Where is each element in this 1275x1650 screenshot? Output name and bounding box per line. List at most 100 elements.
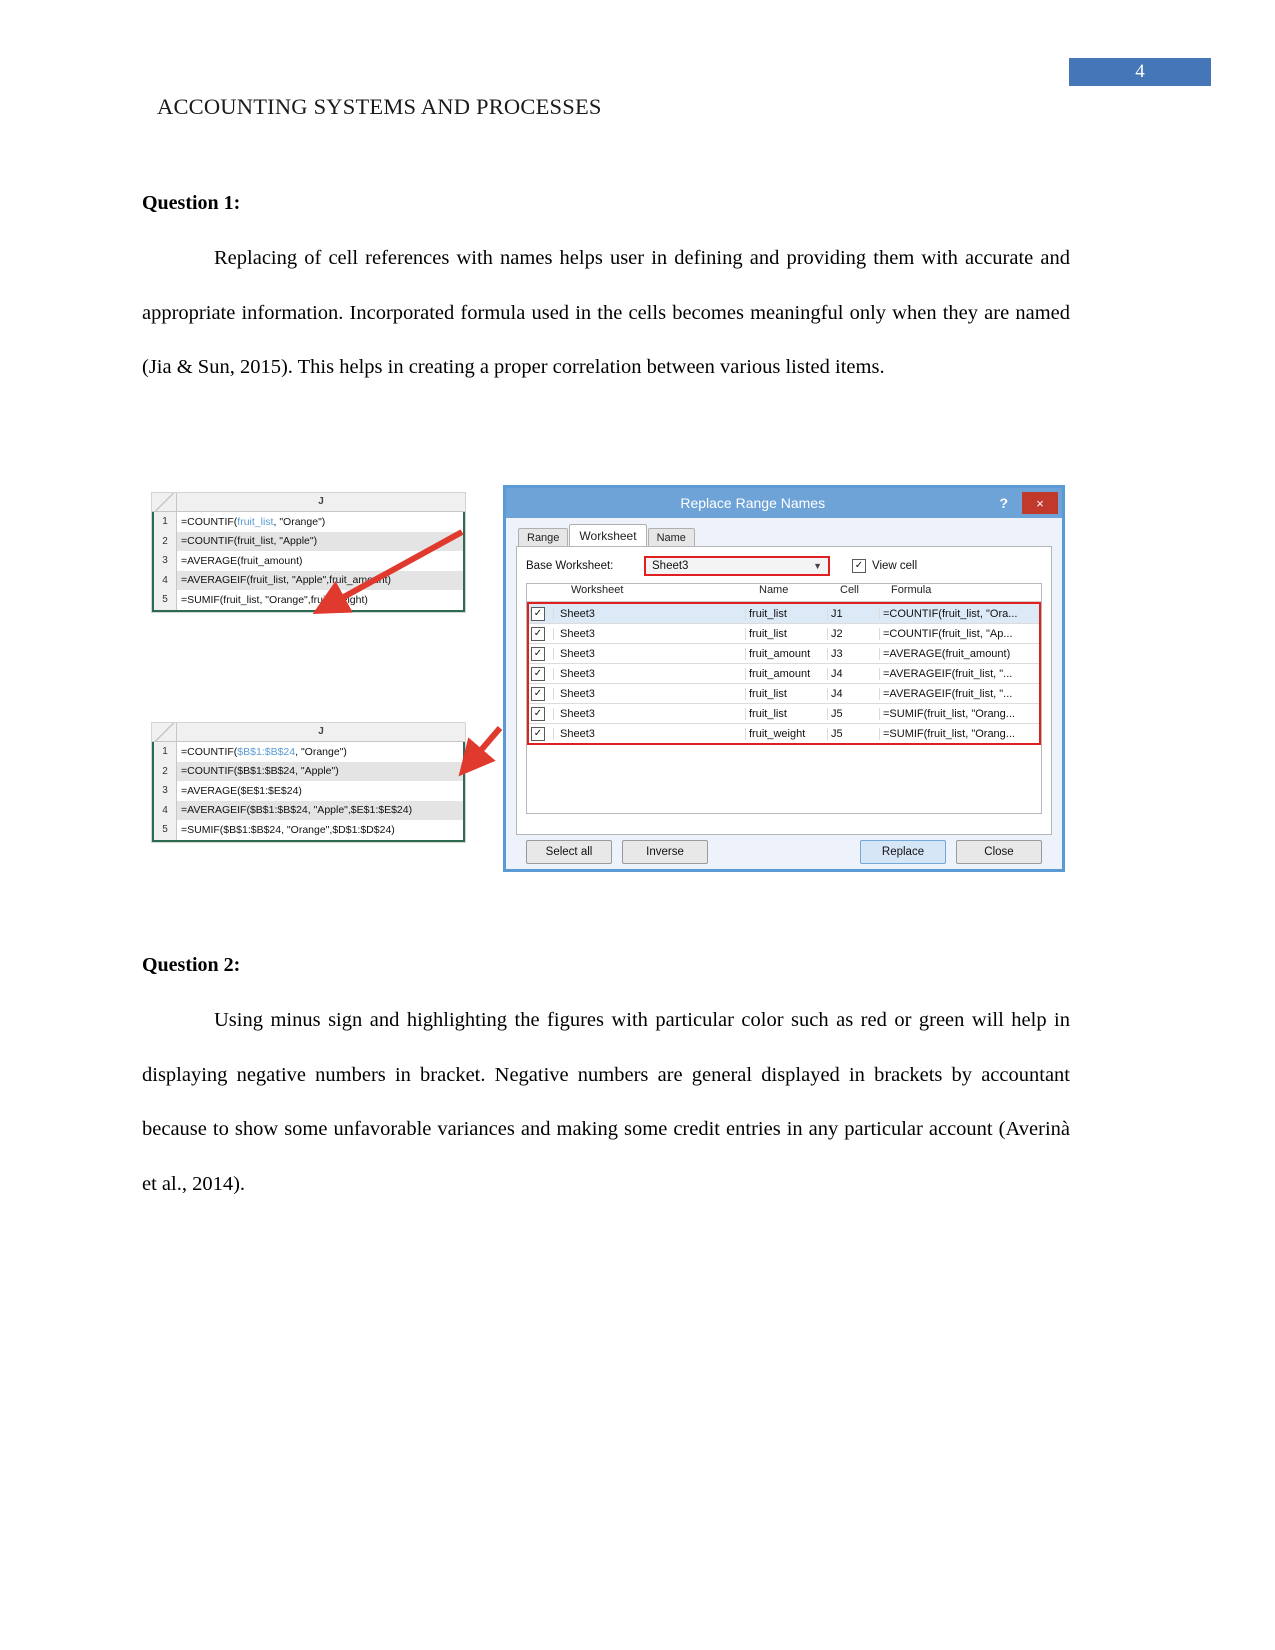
- running-header: ACCOUNTING SYSTEMS AND PROCESSES: [157, 94, 602, 119]
- table-row[interactable]: ✓ Sheet3 fruit_weight J5 =SUMIF(fruit_li…: [529, 724, 1039, 743]
- row-checkbox[interactable]: ✓: [529, 726, 553, 741]
- column-header-formula: Formula: [891, 584, 932, 596]
- section-question-1: Question 1: Replacing of cell references…: [142, 192, 1070, 395]
- row-checkbox[interactable]: ✓: [529, 646, 553, 661]
- sheet-row[interactable]: 1 =COUNTIF($B$1:$B$24, "Orange"): [154, 742, 463, 762]
- cell-name: fruit_list: [745, 687, 827, 700]
- select-all-button[interactable]: Select all: [526, 840, 612, 864]
- checkbox-icon[interactable]: ✓: [531, 726, 545, 741]
- base-worksheet-label: Base Worksheet:: [526, 560, 614, 572]
- row-number: 5: [154, 590, 177, 610]
- cell-reference: J1: [827, 607, 879, 620]
- cell-formula: =COUNTIF($B$1:$B$24, "Orange"): [181, 745, 347, 758]
- help-icon[interactable]: ?: [999, 495, 1008, 511]
- worksheet-tab-panel: Base Worksheet: Sheet3 ▼ ✓ View cell Wor…: [516, 546, 1052, 835]
- cell-worksheet: Sheet3: [553, 667, 745, 680]
- cell-formula: =AVERAGEIF($B$1:$B$24, "Apple",$E$1:$E$2…: [181, 804, 413, 817]
- names-table: Worksheet Name Cell Formula ✓ Sheet3 fru…: [526, 583, 1042, 814]
- cell-reference: J4: [827, 687, 879, 700]
- sheet-row[interactable]: 3 =AVERAGE($E$1:$E$24): [154, 781, 463, 801]
- column-header-cell: Cell: [840, 584, 859, 596]
- select-all-corner-icon[interactable]: [152, 493, 177, 511]
- question-1-body: Replacing of cell references with names …: [142, 247, 1070, 378]
- question-1-title: Question 1:: [142, 192, 241, 214]
- cell-name: fruit_amount: [745, 647, 827, 660]
- sheet-column-j: J: [318, 726, 324, 737]
- checkbox-icon[interactable]: ✓: [531, 626, 545, 641]
- base-worksheet-select[interactable]: Sheet3 ▼: [644, 556, 830, 576]
- sheet-row[interactable]: 5 =SUMIF(fruit_list, "Orange",fruit_weig…: [154, 590, 463, 610]
- row-number: 5: [154, 820, 177, 840]
- sheet-row[interactable]: 2 =COUNTIF($B$1:$B$24, "Apple"): [154, 761, 463, 781]
- cell-reference: J3: [827, 647, 879, 660]
- column-header-worksheet: Worksheet: [571, 584, 624, 596]
- dialog-body: Range Worksheet Name Base Worksheet: She…: [506, 518, 1062, 869]
- question-2-body: Using minus sign and highlighting the fi…: [142, 1009, 1070, 1195]
- cell-reference: J5: [827, 727, 879, 740]
- cell-name: fruit_list: [745, 707, 827, 720]
- base-worksheet-row: Base Worksheet: Sheet3 ▼ ✓ View cell: [526, 555, 1042, 577]
- cell-worksheet: Sheet3: [553, 727, 745, 740]
- table-row[interactable]: ✓ Sheet3 fruit_list J4 =AVERAGEIF(fruit_…: [529, 684, 1039, 704]
- cell-formula: =AVERAGEIF(fruit_list, "Apple",fruit_amo…: [181, 574, 392, 587]
- cell-name: fruit_weight: [745, 727, 827, 740]
- cell-name: fruit_list: [745, 607, 827, 620]
- cell-name: fruit_amount: [745, 667, 827, 680]
- sheet-row[interactable]: 4 =AVERAGEIF(fruit_list, "Apple",fruit_a…: [154, 570, 463, 590]
- table-row[interactable]: ✓ Sheet3 fruit_amount J4 =AVERAGEIF(frui…: [529, 664, 1039, 684]
- checkbox-icon[interactable]: ✓: [531, 646, 545, 661]
- view-cell-checkbox-group[interactable]: ✓ View cell: [852, 559, 917, 573]
- row-checkbox[interactable]: ✓: [529, 606, 553, 621]
- replace-button[interactable]: Replace: [860, 840, 946, 864]
- cell-formula: =SUMIF(fruit_list, "Orang...: [879, 707, 1039, 720]
- sheet-row[interactable]: 4 =AVERAGEIF($B$1:$B$24, "Apple",$E$1:$E…: [154, 800, 463, 820]
- excel-figure: J 1 =COUNTIF(fruit_list, "Orange") 2 =CO…: [142, 480, 1072, 880]
- row-checkbox[interactable]: ✓: [529, 686, 553, 701]
- row-number: 1: [154, 742, 177, 762]
- row-checkbox[interactable]: ✓: [529, 666, 553, 681]
- dialog-title-bar: Replace Range Names ? ×: [506, 488, 1062, 518]
- cell-formula: =SUMIF(fruit_list, "Orang...: [879, 727, 1039, 740]
- checkbox-icon[interactable]: ✓: [852, 559, 866, 573]
- column-header-checkbox: [527, 584, 551, 601]
- sheet-row[interactable]: 3 =AVERAGE(fruit_amount): [154, 551, 463, 571]
- cell-formula: =AVERAGE($E$1:$E$24): [181, 784, 302, 797]
- close-button[interactable]: Close: [956, 840, 1042, 864]
- sheet-column-header-row: J: [152, 493, 465, 512]
- table-row[interactable]: ✓ Sheet3 fruit_amount J3 =AVERAGE(fruit_…: [529, 644, 1039, 664]
- row-checkbox[interactable]: ✓: [529, 626, 553, 641]
- select-all-corner-icon[interactable]: [152, 723, 177, 741]
- row-number: 2: [154, 761, 177, 781]
- sheet-row[interactable]: 1 =COUNTIF(fruit_list, "Orange"): [154, 512, 463, 532]
- inverse-button[interactable]: Inverse: [622, 840, 708, 864]
- cell-formula: =COUNTIF(fruit_list, "Ora...: [879, 607, 1039, 620]
- checkbox-icon[interactable]: ✓: [531, 666, 545, 681]
- checkbox-icon[interactable]: ✓: [531, 706, 545, 721]
- row-number: 4: [154, 570, 177, 590]
- base-worksheet-value: Sheet3: [652, 560, 689, 572]
- cell-formula: =AVERAGE(fruit_amount): [181, 554, 303, 567]
- checkbox-icon[interactable]: ✓: [531, 606, 545, 621]
- checkbox-icon[interactable]: ✓: [531, 686, 545, 701]
- tab-name[interactable]: Name: [647, 528, 695, 546]
- cell-worksheet: Sheet3: [553, 707, 745, 720]
- table-row[interactable]: ✓ Sheet3 fruit_list J5 =SUMIF(fruit_list…: [529, 704, 1039, 724]
- cell-formula: =SUMIF(fruit_list, "Orange",fruit_weight…: [181, 593, 368, 606]
- cell-name: fruit_list: [745, 627, 827, 640]
- row-checkbox[interactable]: ✓: [529, 706, 553, 721]
- chevron-down-icon: ▼: [813, 561, 822, 571]
- cell-formula: =SUMIF($B$1:$B$24, "Orange",$D$1:$D$24): [181, 823, 395, 836]
- tab-worksheet[interactable]: Worksheet: [569, 524, 647, 546]
- cell-formula: =AVERAGE(fruit_amount): [879, 647, 1039, 660]
- sheet-row[interactable]: 2 =COUNTIF(fruit_list, "Apple"): [154, 531, 463, 551]
- sheet-grid-refs: 1 =COUNTIF($B$1:$B$24, "Orange") 2 =COUN…: [152, 742, 465, 842]
- cell-formula: =COUNTIF(fruit_list, "Apple"): [181, 535, 318, 548]
- page-number-banner: 4: [1069, 58, 1211, 86]
- tab-range[interactable]: Range: [518, 528, 569, 546]
- table-row[interactable]: ✓ Sheet3 fruit_list J1 =COUNTIF(fruit_li…: [529, 604, 1039, 624]
- row-number: 3: [154, 781, 177, 801]
- table-row[interactable]: ✓ Sheet3 fruit_list J2 =COUNTIF(fruit_li…: [529, 624, 1039, 644]
- sheet-row[interactable]: 5 =SUMIF($B$1:$B$24, "Orange",$D$1:$D$24…: [154, 820, 463, 840]
- close-icon[interactable]: ×: [1022, 492, 1058, 514]
- cell-formula: =COUNTIF(fruit_list, "Ap...: [879, 627, 1039, 640]
